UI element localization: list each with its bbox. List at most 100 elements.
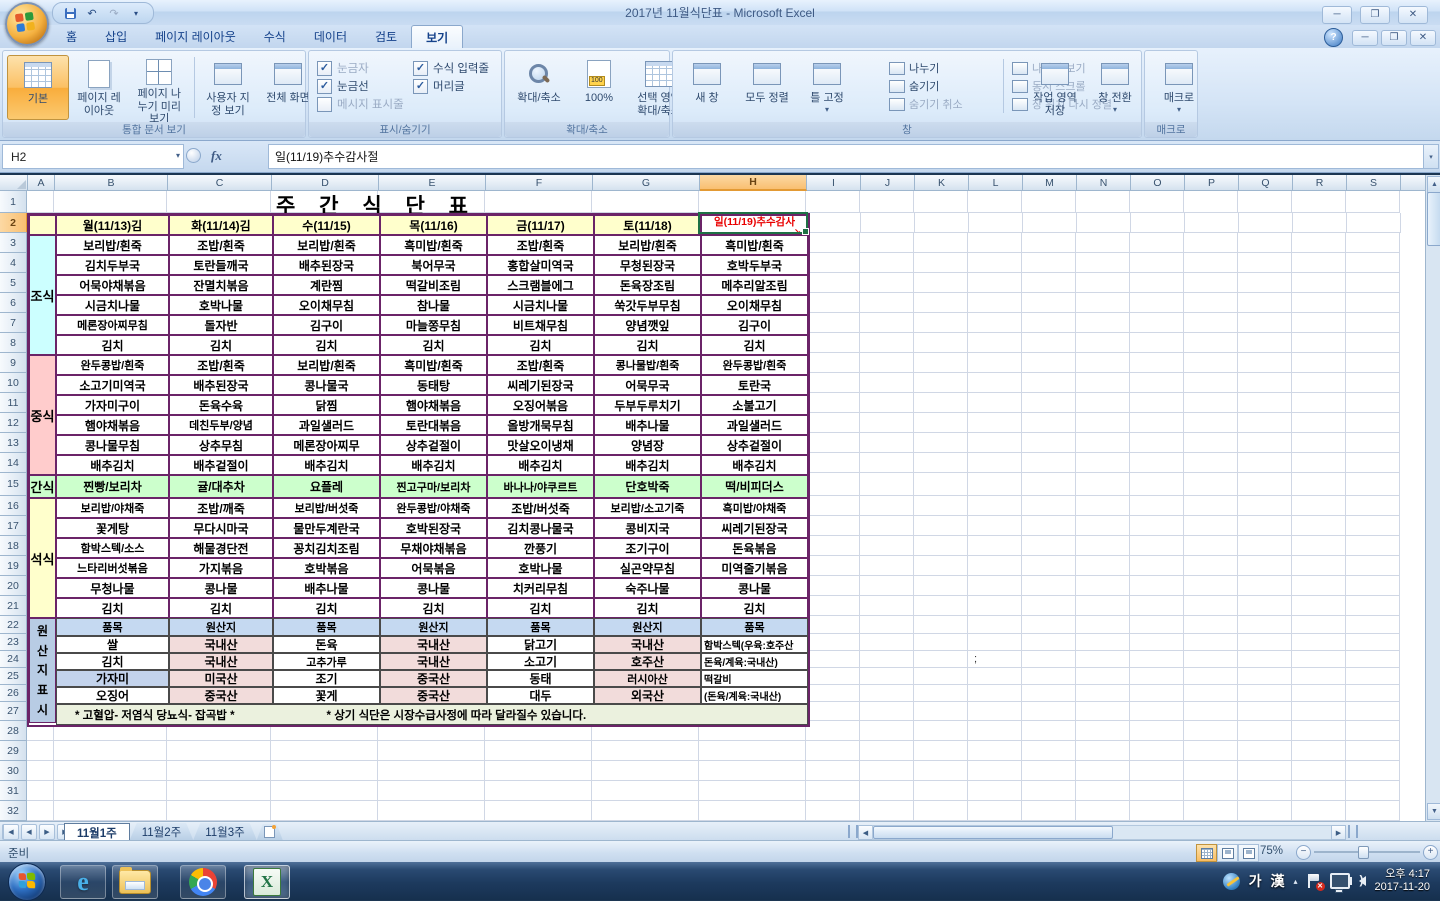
- cell[interactable]: [1130, 353, 1184, 373]
- cell[interactable]: [378, 761, 485, 781]
- cell[interactable]: [1292, 668, 1346, 685]
- cell[interactable]: [806, 453, 860, 473]
- menu-cell[interactable]: 호박볶음: [273, 558, 380, 578]
- cell[interactable]: [1346, 536, 1400, 556]
- cell[interactable]: [968, 233, 1022, 253]
- cell[interactable]: [1292, 516, 1346, 536]
- cell[interactable]: [968, 761, 1022, 781]
- cell[interactable]: [1292, 393, 1346, 413]
- cell[interactable]: [915, 213, 969, 233]
- cell[interactable]: [1292, 333, 1346, 353]
- cell[interactable]: [1346, 473, 1400, 496]
- insert-sheet-tab[interactable]: [257, 824, 283, 840]
- row-header-15[interactable]: 15: [0, 473, 27, 496]
- cell[interactable]: [860, 668, 914, 685]
- cell[interactable]: [1076, 433, 1130, 453]
- origin-cell[interactable]: 국내산: [380, 653, 487, 670]
- cell[interactable]: [806, 668, 860, 685]
- window-button[interactable]: 새 창: [677, 55, 737, 120]
- cell[interactable]: [968, 721, 1022, 741]
- cell[interactable]: [271, 741, 378, 761]
- cell[interactable]: [1238, 634, 1292, 651]
- cell[interactable]: [1184, 191, 1238, 213]
- cell[interactable]: [968, 556, 1022, 576]
- cell[interactable]: [1346, 741, 1400, 761]
- menu-cell[interactable]: 소고기미역국: [56, 375, 169, 395]
- section-label-간식[interactable]: 간식: [29, 475, 56, 498]
- cell[interactable]: [1184, 393, 1238, 413]
- sheet-tab-11월3주[interactable]: 11월3주: [193, 823, 257, 840]
- cell[interactable]: [1130, 393, 1184, 413]
- menu-cell[interactable]: 가자미구이: [56, 395, 169, 415]
- menu-cell[interactable]: 꽁치김치조림: [273, 538, 380, 558]
- cell[interactable]: [167, 741, 271, 761]
- menu-cell[interactable]: 김치두부국: [56, 255, 169, 275]
- menu-cell[interactable]: 콩나물: [169, 578, 273, 598]
- cell[interactable]: [914, 668, 968, 685]
- cell[interactable]: [1076, 741, 1130, 761]
- cell[interactable]: [167, 761, 271, 781]
- cell[interactable]: [699, 761, 806, 781]
- menu-cell[interactable]: 호박된장국: [380, 518, 487, 538]
- cell[interactable]: [1238, 333, 1292, 353]
- cell[interactable]: [1184, 516, 1238, 536]
- menu-cell[interactable]: 떡갈비조림: [380, 275, 487, 295]
- cell[interactable]: [1238, 668, 1292, 685]
- cell[interactable]: [1292, 313, 1346, 333]
- menu-cell[interactable]: 과일샐러드: [273, 415, 380, 435]
- menu-cell[interactable]: 두부두루치기: [594, 395, 701, 415]
- menu-cell[interactable]: 쑥갓두부무침: [594, 295, 701, 315]
- cell[interactable]: [1346, 273, 1400, 293]
- cell[interactable]: [1076, 233, 1130, 253]
- start-button[interactable]: [8, 863, 46, 901]
- menu-cell[interactable]: 씨레기된장국: [487, 375, 594, 395]
- menu-cell[interactable]: 보리밥/흰죽: [273, 355, 380, 375]
- cell[interactable]: [1184, 576, 1238, 596]
- small-button-나누기[interactable]: 나누기: [889, 59, 963, 77]
- origin-cell[interactable]: 꽃게: [273, 687, 380, 704]
- cell[interactable]: [1130, 556, 1184, 576]
- cell[interactable]: [806, 393, 860, 413]
- column-header-L[interactable]: L: [969, 175, 1023, 191]
- tray-expand-icon[interactable]: ▴: [1294, 877, 1298, 886]
- cell[interactable]: [968, 781, 1022, 801]
- section-label-중식[interactable]: 중식: [29, 355, 56, 475]
- cell[interactable]: [1238, 685, 1292, 702]
- cell[interactable]: [1076, 496, 1130, 516]
- menu-cell[interactable]: 무채야채볶음: [380, 538, 487, 558]
- cell[interactable]: [1130, 634, 1184, 651]
- origin-cell[interactable]: 쌀: [56, 636, 169, 653]
- cell[interactable]: [1238, 433, 1292, 453]
- workbook-minimize-button[interactable]: ─: [1352, 30, 1378, 46]
- day-header[interactable]: 목(11/16): [380, 215, 487, 235]
- cell[interactable]: [1238, 596, 1292, 616]
- cell[interactable]: [806, 353, 860, 373]
- menu-cell[interactable]: 김치: [487, 598, 594, 618]
- menu-cell[interactable]: 흑미밥/야채죽: [701, 498, 808, 518]
- cell[interactable]: [699, 741, 806, 761]
- origin-cell[interactable]: 돈육: [273, 636, 380, 653]
- cell[interactable]: [968, 293, 1022, 313]
- cell[interactable]: [1022, 453, 1076, 473]
- insert-function-button[interactable]: fx: [211, 148, 222, 164]
- macro-button[interactable]: 매크로▾: [1149, 55, 1209, 120]
- menu-cell[interactable]: 배추나물: [273, 578, 380, 598]
- cell[interactable]: [1346, 651, 1400, 668]
- language-bar-icon[interactable]: [1223, 873, 1240, 890]
- cell[interactable]: [860, 721, 914, 741]
- cell[interactable]: [1130, 191, 1184, 213]
- cell[interactable]: [806, 496, 860, 516]
- section-label-석식[interactable]: 석식: [29, 498, 56, 618]
- cell[interactable]: [1130, 761, 1184, 781]
- menu-cell[interactable]: 김치: [56, 335, 169, 355]
- help-button[interactable]: ?: [1324, 28, 1343, 47]
- cell[interactable]: [968, 685, 1022, 702]
- menu-cell[interactable]: 조기구이: [594, 538, 701, 558]
- cell[interactable]: [1076, 473, 1130, 496]
- cell[interactable]: [1022, 191, 1076, 213]
- cell[interactable]: [1184, 253, 1238, 273]
- zoom-button[interactable]: 100%: [569, 55, 629, 120]
- cell[interactable]: [1022, 393, 1076, 413]
- cell[interactable]: [1346, 453, 1400, 473]
- cell[interactable]: [1184, 433, 1238, 453]
